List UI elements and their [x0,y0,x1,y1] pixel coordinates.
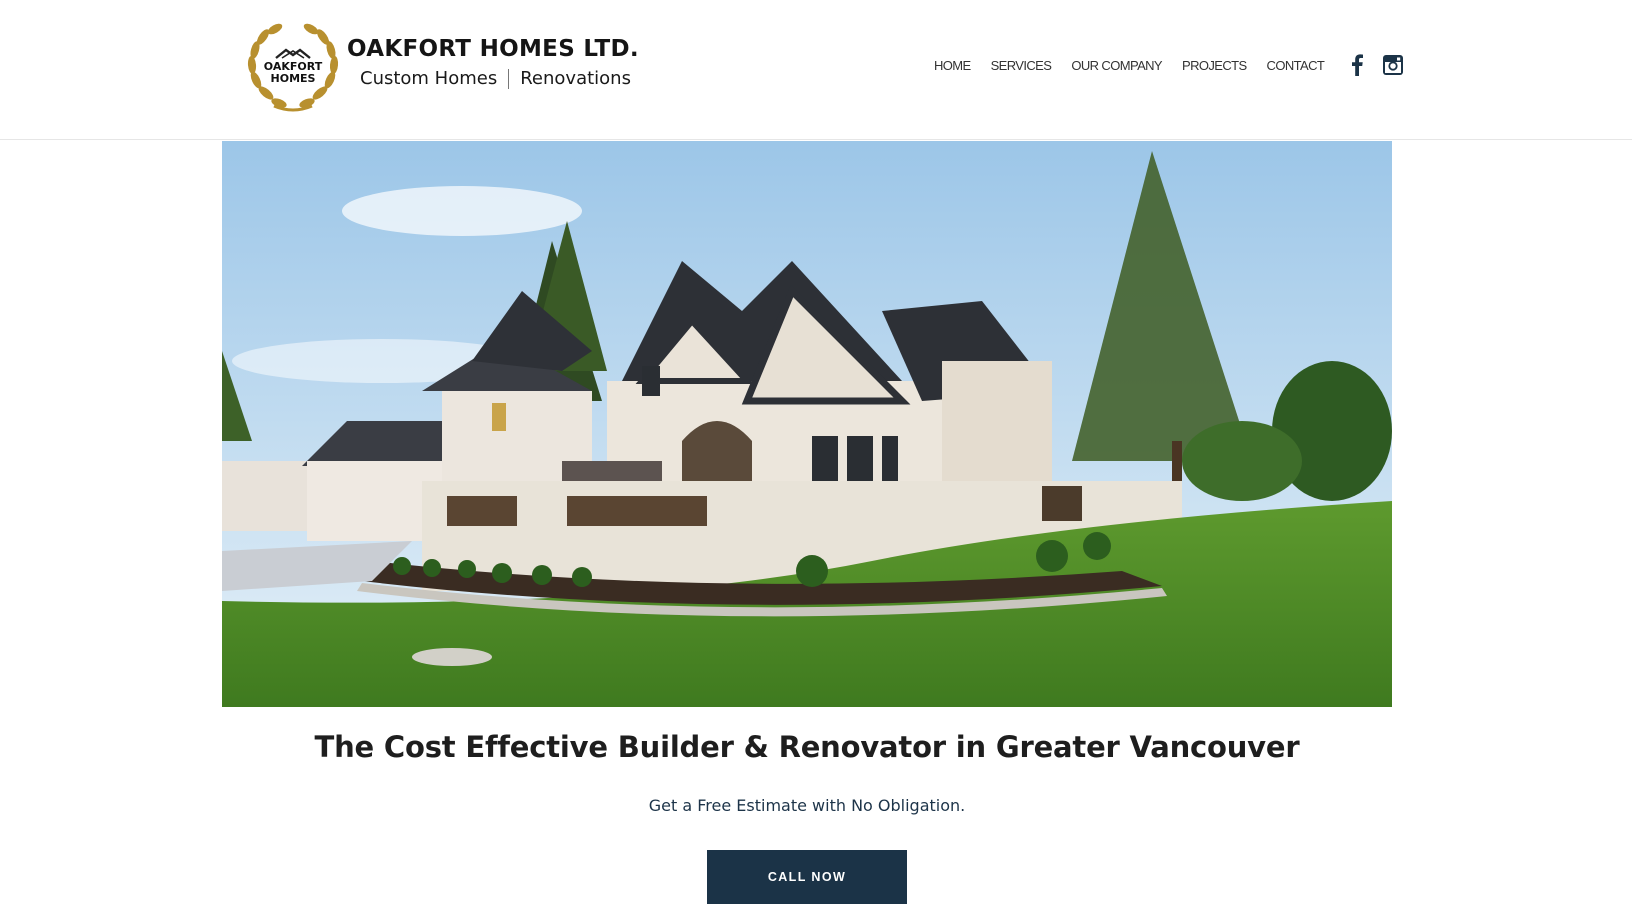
facebook-icon[interactable] [1347,53,1367,77]
nav-services[interactable]: SERVICES [991,58,1052,73]
hero-image [222,141,1392,707]
nav-projects[interactable]: PROJECTS [1182,58,1247,73]
house-photo [222,141,1392,707]
emblem-text-2: HOMES [271,72,316,85]
nav-home[interactable]: HOME [934,58,971,73]
nav-our-company[interactable]: OUR COMPANY [1071,58,1162,73]
instagram-icon[interactable] [1382,54,1404,76]
tagline-custom-homes: Custom Homes [360,68,498,89]
social-links [1347,53,1404,77]
page-headline: The Cost Effective Builder & Renovator i… [314,730,1300,764]
site-logo[interactable]: OAKFORT HOMES OAKFORT HOMES LTD. Custom … [244,20,644,112]
laurel-emblem-icon: OAKFORT HOMES [247,23,339,112]
estimate-subtext: Get a Free Estimate with No Obligation. [648,796,966,815]
site-header: OAKFORT HOMES OAKFORT HOMES LTD. Custom … [0,0,1632,140]
logo-tagline: Custom Homes Renovations [360,68,631,89]
call-now-button[interactable]: CALL NOW [707,850,907,904]
nav-contact[interactable]: CONTACT [1267,58,1325,73]
main-nav: HOME SERVICES OUR COMPANY PROJECTS CONTA… [934,52,1404,78]
company-name: OAKFORT HOMES LTD. [347,36,639,62]
tagline-divider [508,68,510,89]
tagline-renovations: Renovations [520,68,631,89]
